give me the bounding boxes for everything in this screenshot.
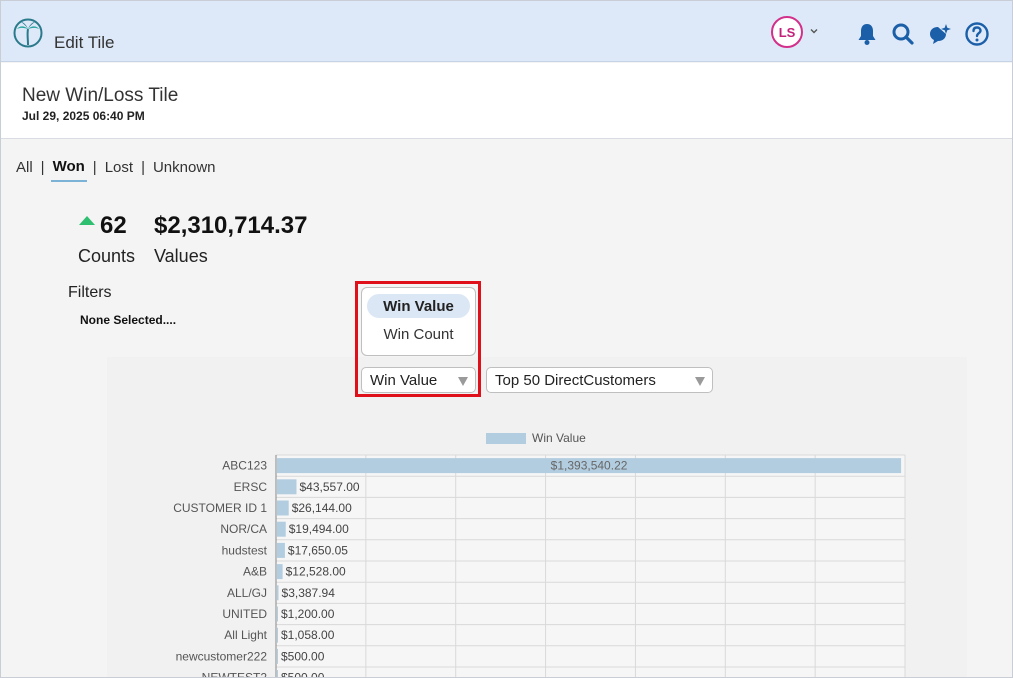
legend-swatch [486,433,526,444]
category-label: All Light [224,628,267,642]
app-frame: Edit Tile LS New Win/Loss Tile Jul 29, 2… [0,0,1013,678]
bar [277,606,278,622]
data-label: $500.00 [281,649,325,663]
search-icon[interactable] [890,21,916,47]
data-label: $17,650.05 [288,543,348,557]
total-value: $2,310,714.37 [154,212,308,239]
data-label: $19,494.00 [289,522,349,536]
plot-area [276,455,905,677]
category-label: ALL/GJ [227,586,267,600]
tab-lost[interactable]: Lost [103,159,135,176]
tab-all[interactable]: All [14,159,35,176]
count-value: 62 [100,212,127,239]
trend-up-icon [79,216,95,225]
bar [277,564,283,580]
data-label: $1,058.00 [281,628,335,642]
category-label: ERSC [234,480,268,494]
tile-date: Jul 29, 2025 06:40 PM [22,109,145,123]
bar [277,500,289,516]
sparkle-chat-icon[interactable] [926,21,952,47]
legend-label: Win Value [532,431,586,445]
bar [277,670,278,677]
category-label: hudstest [222,543,268,557]
palm-tree-logo-icon[interactable] [13,17,43,49]
data-label: $12,528.00 [286,565,346,579]
bar [277,542,285,558]
filters-label: Filters [68,284,112,301]
dropdown-caret-icon [695,377,705,386]
category-label: UNITED [222,607,267,621]
top-bar: Edit Tile LS [1,1,1012,62]
help-icon[interactable] [964,21,990,47]
status-tabs: All | Won | Lost | Unknown [14,153,218,182]
category-label: CUSTOMER ID 1 [173,501,267,515]
bar [277,585,279,601]
highlight-box [355,281,481,397]
data-label: $26,144.00 [292,501,352,515]
tab-unknown[interactable]: Unknown [151,159,218,176]
value-label: Values [154,246,208,266]
tab-separator: | [40,159,45,176]
user-avatar[interactable]: LS [771,16,803,48]
tab-separator: | [92,159,97,176]
category-label: NEWTEST2 [202,671,268,678]
chevron-down-icon[interactable] [808,25,820,37]
page-title: Edit Tile [54,33,115,52]
win-value-bar-chart: Win Value ABC123 $1,393,540.22 ERSC $43,557.… [173,431,906,678]
tile-title: New Win/Loss Tile [22,85,179,106]
tab-won[interactable]: Won [50,158,87,182]
scope-select[interactable]: Top 50 DirectCustomers [486,367,713,393]
tile-header-panel: New Win/Loss Tile Jul 29, 2025 06:40 PM [1,63,1012,139]
data-label: $500.00 [281,671,325,678]
category-label: NOR/CA [220,522,267,536]
category-label: A&B [243,565,267,579]
scope-select-value: Top 50 DirectCustomers [495,371,656,389]
count-label: Counts [78,246,136,266]
bell-icon[interactable] [854,21,880,47]
bar [277,627,278,643]
bar [277,648,278,664]
data-label: $3,387.94 [282,586,336,600]
data-label: $1,393,540.22 [551,459,628,473]
category-label: newcustomer222 [176,649,268,663]
bar [277,521,286,537]
category-label: ABC123 [222,459,267,473]
data-label: $43,557.00 [300,480,360,494]
data-label: $1,200.00 [281,607,335,621]
bar [277,479,297,495]
tab-separator: | [141,159,145,176]
filters-value: None Selected.... [80,313,177,327]
